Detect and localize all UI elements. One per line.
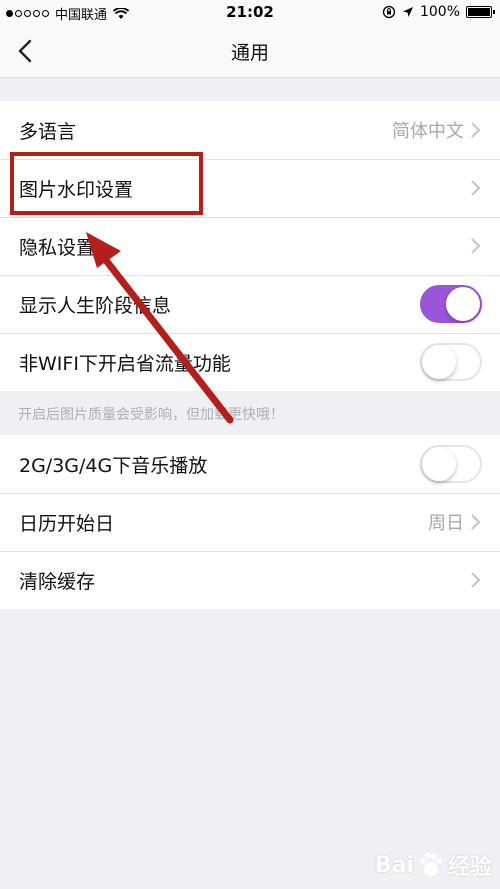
row-value: 周日 [428,513,464,534]
settings-group-1: 多语言 简体中文 图片水印设置 隐私设置 显示人生阶段信息 非WIFI下开启省流… [0,101,500,391]
battery-percent: 100% [419,4,460,20]
data-saver-hint: 开启后图片质量会受影响，但加载更快哦！ [18,407,284,423]
status-bar: 中国联通 21:02 100% [0,0,500,26]
row-privacy[interactable]: 隐私设置 [0,217,500,275]
chevron-right-icon [471,122,481,138]
location-arrow-icon [402,7,413,17]
row-label: 隐私设置 [19,236,96,259]
row-language[interactable]: 多语言 简体中文 [0,101,500,159]
row-calendar-start[interactable]: 日历开始日 周日 [0,493,500,551]
row-label: 多语言 [19,120,77,143]
annotation-highlight-box [10,152,203,215]
row-label: 显示人生阶段信息 [19,294,172,317]
watermark-text-left: Bai [374,852,414,878]
music-cellular-toggle[interactable] [420,445,482,483]
chevron-right-icon [471,180,481,196]
battery-icon [466,6,495,18]
row-label: 日历开始日 [19,512,115,535]
chevron-right-icon [471,514,481,530]
life-stage-toggle[interactable] [420,285,482,323]
row-data-saver: 非WIFI下开启省流量功能 [0,333,500,391]
row-life-stage: 显示人生阶段信息 [0,275,500,333]
navigation-bar: 通用 [0,26,500,78]
page-title: 通用 [230,42,269,64]
watermark-text-right: 经验 [447,855,492,880]
row-label: 清除缓存 [19,570,96,593]
row-label: 非WIFI下开启省流量功能 [19,352,231,375]
chevron-right-icon [471,572,481,588]
settings-group-2: 2G/3G/4G下音乐播放 日历开始日 周日 清除缓存 [0,435,500,609]
status-right: 100% [382,4,495,20]
data-saver-toggle[interactable] [420,343,482,381]
baidu-jingyan-watermark: Bai 经验 [375,849,492,881]
row-label: 2G/3G/4G下音乐播放 [19,454,208,477]
chevron-right-icon [471,238,481,254]
row-music-cellular: 2G/3G/4G下音乐播放 [0,435,500,493]
row-value: 简体中文 [392,121,464,142]
orientation-lock-icon [382,5,396,19]
row-clear-cache[interactable]: 清除缓存 [0,551,500,609]
paw-icon [419,853,442,876]
